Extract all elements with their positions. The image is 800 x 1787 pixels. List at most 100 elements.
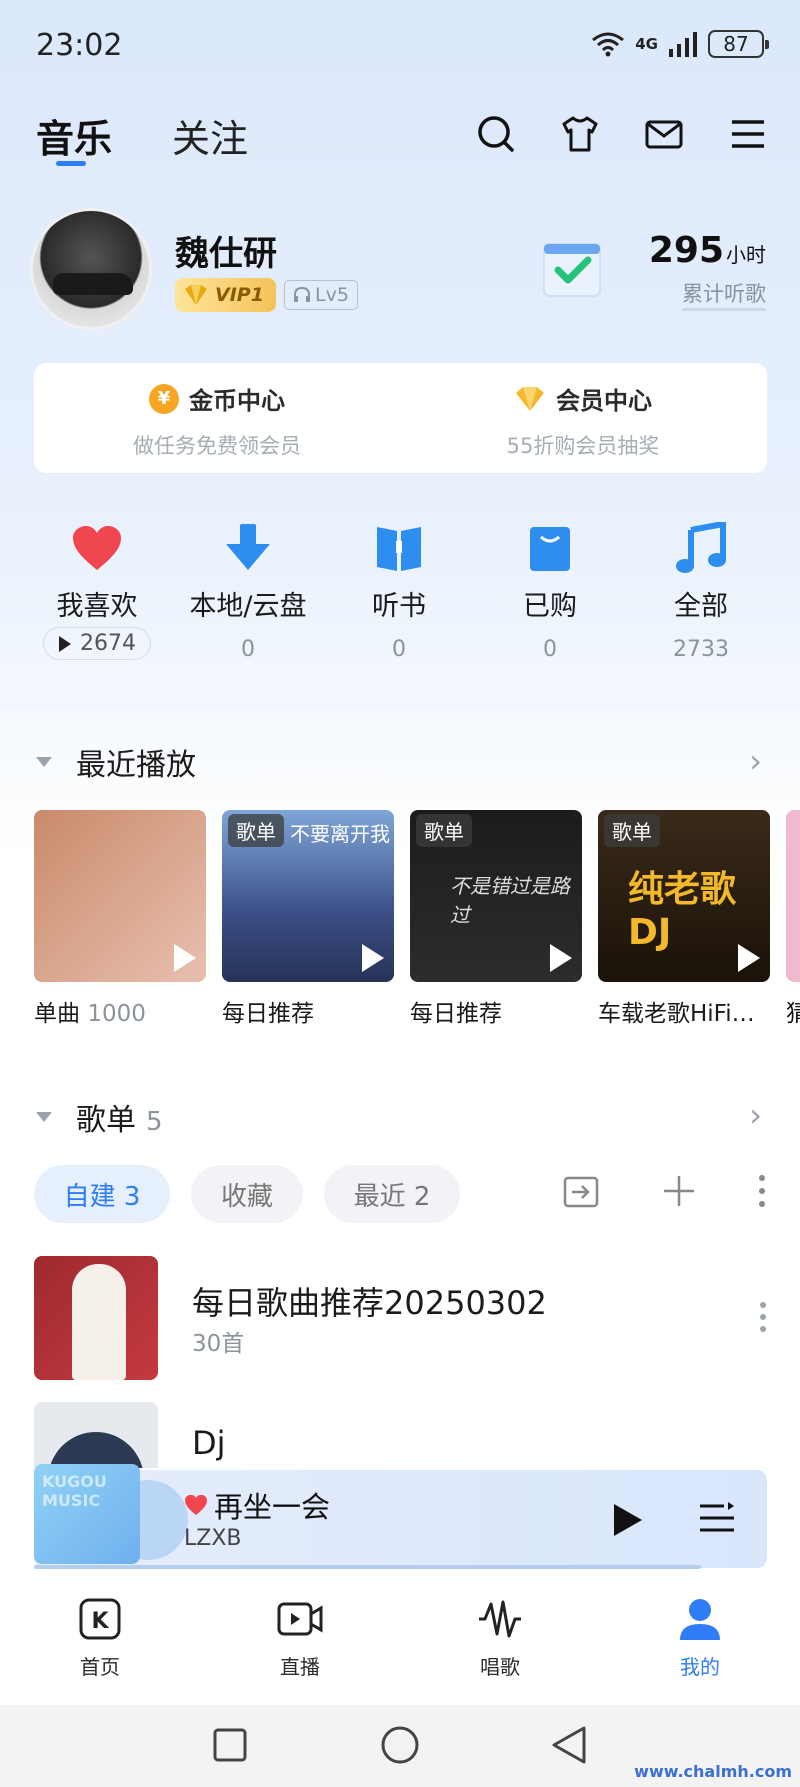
cover-text: 不是错过是路过 [450,874,570,927]
recent-title: 最近播放 [76,748,196,783]
recent-cover: 歌单 不要离开我 [222,810,394,982]
nav-label: 首页 [80,1655,120,1679]
recent-tag: 歌单 [604,814,660,847]
quick-local-cloud[interactable]: 本地/云盘 0 [173,520,323,662]
recent-card[interactable]: 歌单 纯老歌 DJ 车载老歌HiFi… [598,810,770,1028]
play-icon [59,635,71,652]
import-icon[interactable] [562,1172,600,1210]
recents-square-icon[interactable] [212,1727,248,1763]
nav-home[interactable]: K 首页 [30,1593,170,1680]
song-artist: LZXB [184,1526,242,1551]
search-icon[interactable] [474,112,518,156]
recent-card[interactable]: 歌单 不是错过是路过 每日推荐 [410,810,582,1028]
recent-label: 每日推荐 [410,1001,502,1027]
add-icon[interactable] [662,1174,696,1208]
nav-label: 直播 [280,1655,320,1679]
heart-icon[interactable] [184,1494,208,1516]
playback-progress-bar[interactable] [34,1565,702,1569]
nav-sing[interactable]: 唱歌 [430,1593,570,1680]
avatar-car-image [53,273,133,295]
sound-wave-icon [430,1593,570,1645]
quick-audiobooks[interactable]: 听书 0 [324,520,474,662]
level-label: Lv5 [315,284,349,306]
recent-label: 车载老歌HiFi… [598,1001,755,1027]
quick-label: 已购 [523,591,577,622]
play-icon [550,944,572,972]
play-favorites-button[interactable]: 2674 [43,627,151,660]
tab-follow[interactable]: 关注 [172,108,248,163]
recent-cover [34,810,206,982]
tab-music[interactable]: 音乐 [36,108,112,163]
coin-center-subtitle: 做任务免费领会员 [133,434,301,458]
checkin-calendar-icon[interactable] [540,236,604,300]
back-triangle-icon[interactable] [550,1725,588,1765]
hours-label[interactable]: 累计听歌 [682,278,766,311]
recent-card[interactable]: 歌单 不要离开我 每日推荐 [222,810,394,1028]
playlist-count: 5 [146,1107,163,1137]
recent-label-text: 单曲 [34,1001,80,1027]
collapse-triangle-icon [36,757,52,767]
home-k-icon: K [30,1593,170,1645]
home-circle-icon[interactable] [380,1725,420,1765]
play-icon [174,944,196,972]
recent-partial-label: 猜 [786,1001,800,1027]
playlist-row[interactable]: 每日歌曲推荐20250302 30首 [34,1256,767,1380]
wifi-icon [592,32,625,57]
signal-icon [669,32,697,57]
quick-label: 我喜欢 [56,591,138,622]
cover-text: 纯老歌 DJ [628,869,737,953]
recent-label: 每日推荐 [222,1001,314,1027]
playlist-section-header[interactable]: 歌单 5 [36,1095,163,1139]
avatar[interactable] [30,208,152,330]
quick-purchased[interactable]: 已购 0 [475,520,625,662]
level-badge[interactable]: Lv5 [284,280,358,310]
more-vertical-icon[interactable] [758,1174,766,1208]
play-icon [362,944,384,972]
playlist-queue-icon[interactable] [698,1500,736,1538]
more-vertical-icon[interactable] [759,1302,767,1332]
vip-crown-icon [185,285,207,305]
mini-player-title: 再坐一会 [184,1484,330,1526]
nav-mine[interactable]: 我的 [630,1593,770,1680]
vip-center[interactable]: 会员中心 55折购会员抽奖 [400,381,766,460]
mini-player[interactable]: KUGOU MUSIC 再坐一会 LZXB [34,1464,767,1569]
vip-badge[interactable]: VIP1 [175,278,276,312]
listen-hours: 295 小时 [649,230,766,271]
chip-collected[interactable]: 收藏 [191,1165,303,1223]
coin-center[interactable]: ¥ 金币中心 做任务免费领会员 [34,381,400,460]
diamond-icon [516,386,544,411]
hours-unit: 小时 [726,243,766,267]
bottom-nav: K 首页 直播 唱歌 我的 [0,1585,800,1695]
recent-label: 单曲 1000 [34,994,206,1028]
quick-favorites[interactable]: 我喜欢 2674 [22,520,172,660]
play-icon[interactable] [612,1502,644,1538]
quick-all[interactable]: 全部 2733 [626,520,776,662]
recent-card-partial-cover[interactable] [786,810,800,982]
nav-label: 我的 [680,1655,720,1679]
cover-text: 不要离开我 [290,822,390,846]
recent-card[interactable]: 单曲 1000 [34,810,206,1028]
playlist-row[interactable]: Dj [34,1402,767,1468]
menu-icon[interactable] [726,112,770,156]
song-title: 再坐一会 [214,1490,331,1524]
playlist-title: Dj [192,1424,226,1462]
tshirt-icon[interactable] [558,112,602,156]
nav-live[interactable]: 直播 [230,1593,370,1680]
username[interactable]: 魏仕研 [175,226,277,275]
quick-label: 本地/云盘 [189,591,307,622]
chip-recent[interactable]: 最近 2 [324,1165,460,1223]
top-actions [474,112,770,156]
chevron-right-icon[interactable]: › [749,742,762,780]
mail-icon[interactable] [642,112,686,156]
hours-value: 295 [648,230,724,271]
network-label: 4G [635,35,658,53]
vip-label: VIP1 [215,284,264,306]
chip-created[interactable]: 自建 3 [34,1165,170,1223]
mini-player-cover[interactable]: KUGOU MUSIC [34,1464,140,1564]
recent-section-header[interactable]: 最近播放 [36,740,196,784]
user-icon [630,1593,770,1645]
svg-text:K: K [91,1609,109,1634]
cover-figure [72,1264,126,1380]
chevron-right-icon[interactable]: › [749,1096,762,1134]
music-note-icon [626,520,776,576]
